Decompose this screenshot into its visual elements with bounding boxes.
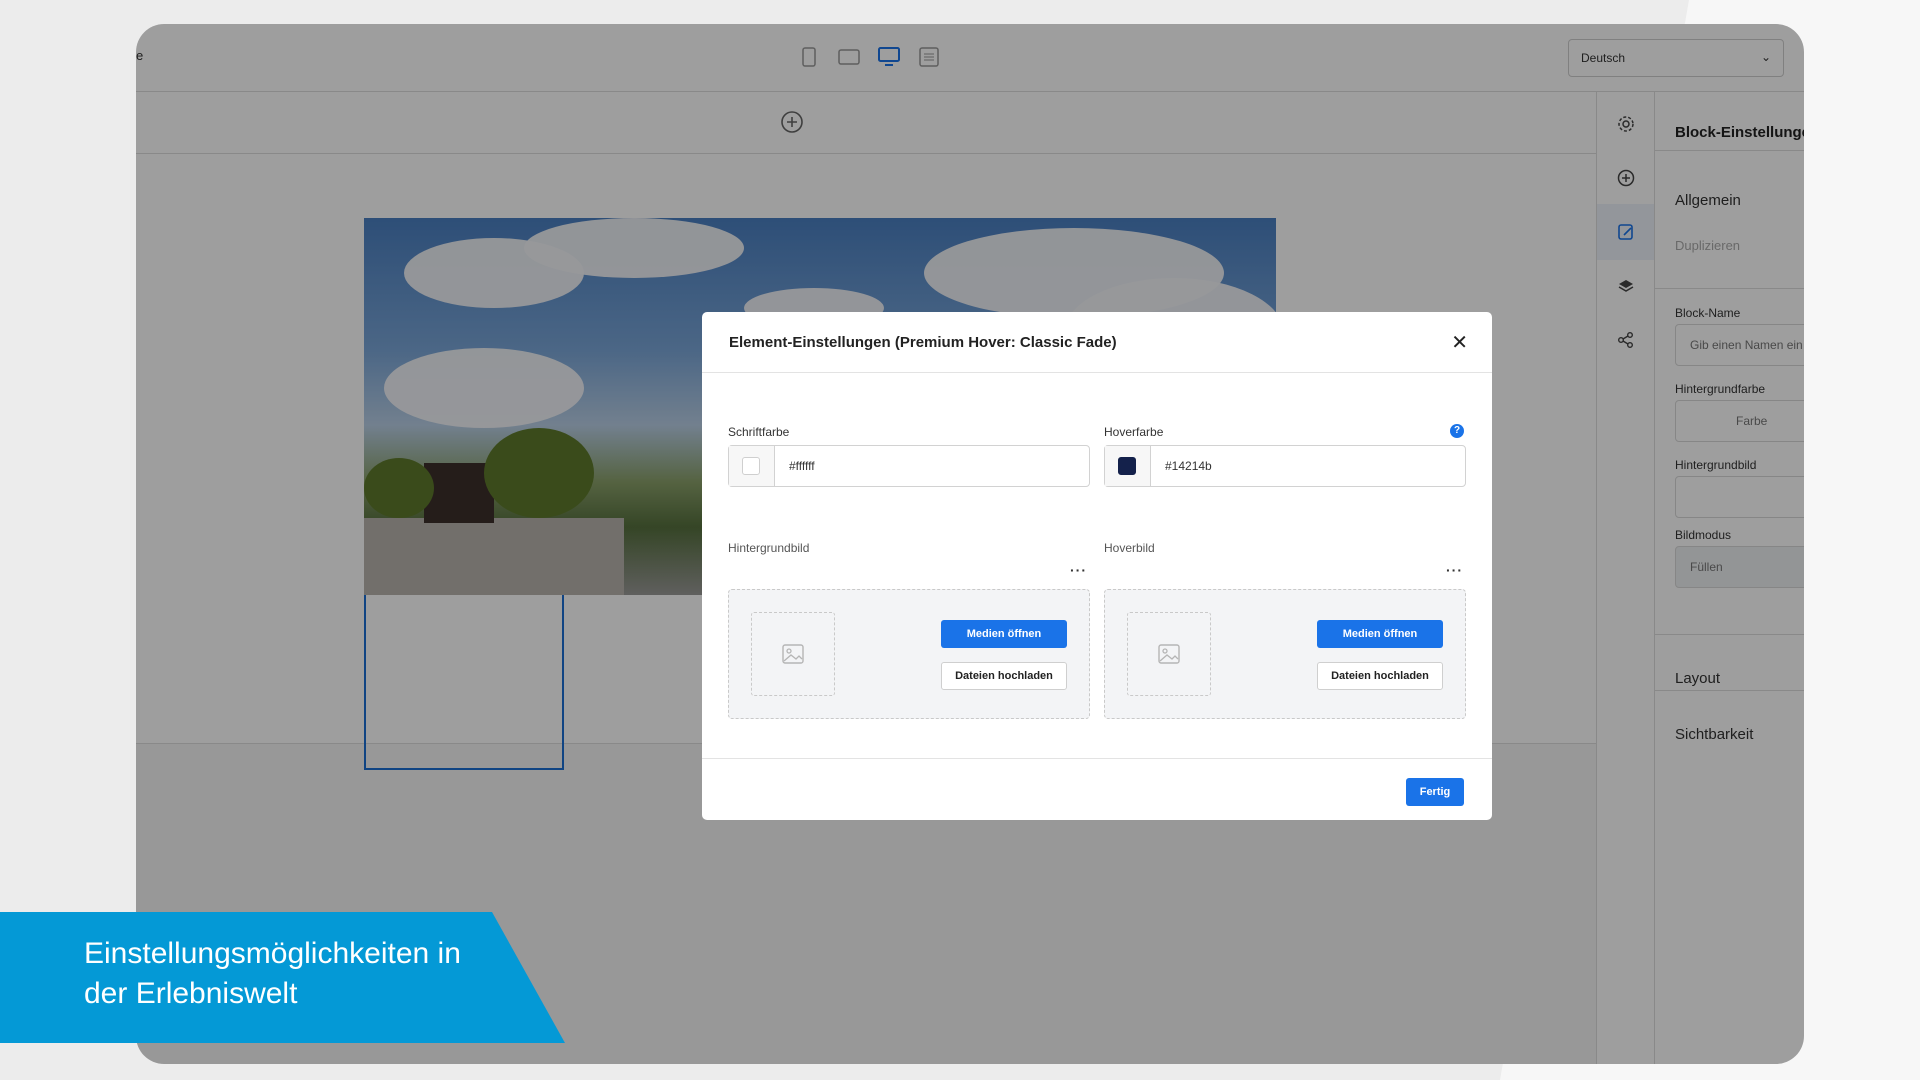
info-icon[interactable]: ?	[1450, 424, 1464, 438]
modal-footer-divider	[702, 758, 1492, 759]
bg-upload-button[interactable]: Dateien hochladen	[941, 662, 1067, 690]
image-placeholder-icon	[751, 612, 835, 696]
hover-open-media-button[interactable]: Medien öffnen	[1317, 620, 1443, 648]
font-color-swatch[interactable]	[742, 457, 760, 475]
hover-image-label: Hoverbild	[1104, 541, 1155, 555]
caption-banner: Einstellungsmöglichkeiten in der Erlebni…	[0, 912, 565, 1043]
hover-image-dropzone[interactable]: Medien öffnen Dateien hochladen	[1104, 589, 1466, 719]
element-settings-modal: Element-Einstellungen (Premium Hover: Cl…	[702, 312, 1492, 820]
hover-color-swatch[interactable]	[1118, 457, 1136, 475]
bg-image-more-icon[interactable]: ···	[1070, 562, 1087, 578]
hover-image-more-icon[interactable]: ···	[1446, 562, 1463, 578]
caption-text: Einstellungsmöglichkeiten in der Erlebni…	[84, 937, 461, 1010]
hover-color-field[interactable]: #14214b	[1104, 445, 1466, 487]
modal-header: Element-Einstellungen (Premium Hover: Cl…	[702, 312, 1492, 373]
bg-open-media-button[interactable]: Medien öffnen	[941, 620, 1067, 648]
close-icon[interactable]: ✕	[1451, 330, 1468, 355]
font-color-label: Schriftfarbe	[728, 425, 790, 439]
image-placeholder-icon	[1127, 612, 1211, 696]
modal-title: Element-Einstellungen (Premium Hover: Cl…	[729, 334, 1117, 351]
app-window: e Deutsch ⌄ Block-Einstellung Allgemein …	[136, 24, 1804, 1064]
hover-upload-button[interactable]: Dateien hochladen	[1317, 662, 1443, 690]
done-button[interactable]: Fertig	[1406, 778, 1464, 806]
hover-color-value: #14214b	[1165, 459, 1212, 473]
hover-color-label: Hoverfarbe	[1104, 425, 1164, 439]
font-color-field[interactable]: #ffffff	[728, 445, 1090, 487]
bg-image-label: Hintergrundbild	[728, 541, 810, 555]
font-color-value: #ffffff	[789, 459, 815, 473]
bg-image-dropzone[interactable]: Medien öffnen Dateien hochladen	[728, 589, 1090, 719]
